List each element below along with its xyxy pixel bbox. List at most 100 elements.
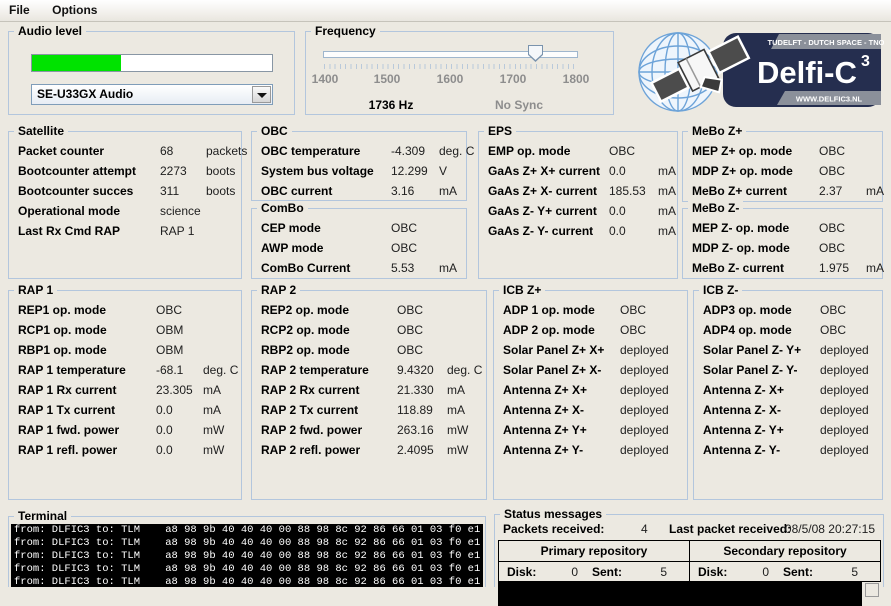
telemetry-value: 2273	[160, 161, 187, 181]
telemetry-label: Packet counter	[18, 144, 104, 158]
chevron-down-icon	[257, 93, 267, 98]
frequency-tick-label: 1500	[374, 72, 401, 86]
telemetry-row: CEP modeOBC	[261, 218, 464, 238]
telemetry-value: 0.0	[156, 420, 173, 440]
telemetry-unit: mW	[447, 440, 468, 460]
telemetry-value: OBC	[397, 320, 423, 340]
frequency-tick-label: 1400	[312, 72, 339, 86]
telemetry-value: 21.330	[397, 380, 434, 400]
telemetry-value: science	[160, 201, 201, 221]
telemetry-row: ADP 2 op. modeOBC	[503, 320, 685, 340]
audio-device-select[interactable]: SE-U33GX Audio	[31, 84, 273, 105]
telemetry-row: Antenna Z- X-deployed	[703, 400, 880, 420]
telemetry-label: Solar Panel Z- Y-	[703, 363, 797, 377]
telemetry-unit: mA	[658, 161, 676, 181]
telemetry-label: REP2 op. mode	[261, 303, 349, 317]
telemetry-value: RAP 1	[160, 221, 194, 241]
telemetry-label: RAP 1 Tx current	[18, 403, 115, 417]
telemetry-label: Bootcounter attempt	[18, 164, 136, 178]
telemetry-value: OBC	[391, 238, 417, 258]
telemetry-label: GaAs Z- Y+ current	[488, 204, 597, 218]
telemetry-value: 0.0	[156, 440, 173, 460]
telemetry-value: deployed	[620, 400, 669, 420]
telemetry-value: OBC	[820, 320, 846, 340]
frequency-slider-thumb[interactable]	[528, 45, 543, 62]
status-log-strip[interactable]	[498, 582, 862, 606]
terminal-log[interactable]: from: DLFIC3 to: TLM a8 98 9b 40 40 40 0…	[11, 524, 483, 587]
telemetry-row: ComBo Current5.53mA	[261, 258, 464, 278]
telemetry-label: Antenna Z- Y+	[703, 423, 784, 437]
telemetry-value: 23.305	[156, 380, 193, 400]
menu-options[interactable]: Options	[43, 0, 106, 17]
telemetry-row: Operational mode science	[18, 201, 239, 221]
telemetry-value: OBC	[819, 218, 845, 238]
telemetry-label: Antenna Z+ Y-	[503, 443, 583, 457]
frequency-tick-label: 1800	[563, 72, 590, 86]
telemetry-value: 0.0	[609, 221, 626, 241]
telemetry-row: GaAs Z+ X- current185.53mA	[488, 181, 675, 201]
menu-file[interactable]: File	[0, 0, 39, 17]
audio-device-value: SE-U33GX Audio	[37, 85, 133, 104]
telemetry-label: RBP1 op. mode	[18, 343, 107, 357]
mebo-zplus-panel: MeBo Z+ MEP Z+ op. modeOBCMDP Z+ op. mod…	[682, 131, 883, 202]
telemetry-unit: mA	[439, 181, 457, 201]
telemetry-label: ADP 1 op. mode	[503, 303, 595, 317]
telemetry-value: OBC	[156, 300, 182, 320]
telemetry-row: RAP 2 refl. power2.4095mW	[261, 440, 484, 460]
telemetry-row: GaAs Z- Y- current0.0mA	[488, 221, 675, 241]
logo-brand-text: Delfi-C	[757, 55, 857, 90]
telemetry-value: deployed	[620, 440, 669, 460]
telemetry-row: ADP 1 op. modeOBC	[503, 300, 685, 320]
disk-label: Disk:	[507, 565, 549, 579]
telemetry-row: ADP4 op. modeOBC	[703, 320, 880, 340]
delfi-c3-logo: TUDELFT - DUTCH SPACE - TNO WWW.DELFIC3.…	[623, 28, 884, 112]
sent-value: 5	[638, 565, 681, 579]
telemetry-row: MeBo Z+ current2.37mA	[692, 181, 880, 201]
telemetry-value: deployed	[820, 360, 869, 380]
telemetry-value: 0.0	[609, 161, 626, 181]
telemetry-row: RAP 2 Rx current21.330mA	[261, 380, 484, 400]
rap1-panel: RAP 1 REP1 op. modeOBCRCP1 op. modeOBMRB…	[8, 290, 242, 500]
telemetry-label: Bootcounter succes	[18, 184, 133, 198]
telemetry-row: MDP Z- op. modeOBC	[692, 238, 880, 258]
telemetry-label: Operational mode	[18, 204, 120, 218]
rap2-panel-title: RAP 2	[257, 283, 300, 297]
telemetry-label: ADP 2 op. mode	[503, 323, 595, 337]
telemetry-value: 0.0	[609, 201, 626, 221]
status-log-scrollbar[interactable]	[865, 583, 879, 597]
menu-bar: File Options	[0, 0, 891, 22]
icb-zplus-panel-title: ICB Z+	[499, 283, 545, 297]
telemetry-row: AWP modeOBC	[261, 238, 464, 258]
telemetry-value: deployed	[620, 340, 669, 360]
audio-level-fill	[32, 55, 121, 71]
telemetry-unit: deg. C	[439, 141, 474, 161]
audio-device-dropdown-button[interactable]	[252, 86, 271, 103]
sent-label: Sent:	[783, 565, 829, 579]
primary-repository-row: Disk: 0 Sent: 5	[499, 562, 689, 581]
telemetry-value: 311	[160, 181, 179, 201]
telemetry-label: OBC current	[261, 184, 332, 198]
telemetry-value: OBC	[609, 141, 635, 161]
telemetry-value: OBC	[397, 300, 423, 320]
telemetry-unit: deg. C	[447, 360, 482, 380]
logo-top-badge-text: TUDELFT - DUTCH SPACE - TNO	[768, 38, 884, 47]
status-messages-title: Status messages	[500, 507, 606, 521]
telemetry-row: Solar Panel Z- Y+deployed	[703, 340, 880, 360]
primary-repository-column: Primary repository Disk: 0 Sent: 5	[499, 541, 689, 581]
telemetry-row: ADP3 op. modeOBC	[703, 300, 880, 320]
telemetry-label: Antenna Z+ Y+	[503, 423, 587, 437]
telemetry-value: OBC	[819, 161, 845, 181]
telemetry-label: Antenna Z+ X+	[503, 383, 587, 397]
telemetry-row: EMP op. modeOBC	[488, 141, 675, 161]
telemetry-value: deployed	[620, 380, 669, 400]
telemetry-row: Packet counter68packets	[18, 141, 239, 161]
telemetry-row: Antenna Z+ X-deployed	[503, 400, 685, 420]
telemetry-label: RAP 2 Rx current	[261, 383, 359, 397]
telemetry-value: deployed	[820, 380, 869, 400]
telemetry-label: RCP1 op. mode	[18, 323, 107, 337]
last-packet-label: Last packet received:	[669, 520, 791, 538]
telemetry-label: GaAs Z- Y- current	[488, 224, 593, 238]
telemetry-value: deployed	[620, 360, 669, 380]
telemetry-row: MEP Z+ op. modeOBC	[692, 141, 880, 161]
disk-label: Disk:	[698, 565, 740, 579]
